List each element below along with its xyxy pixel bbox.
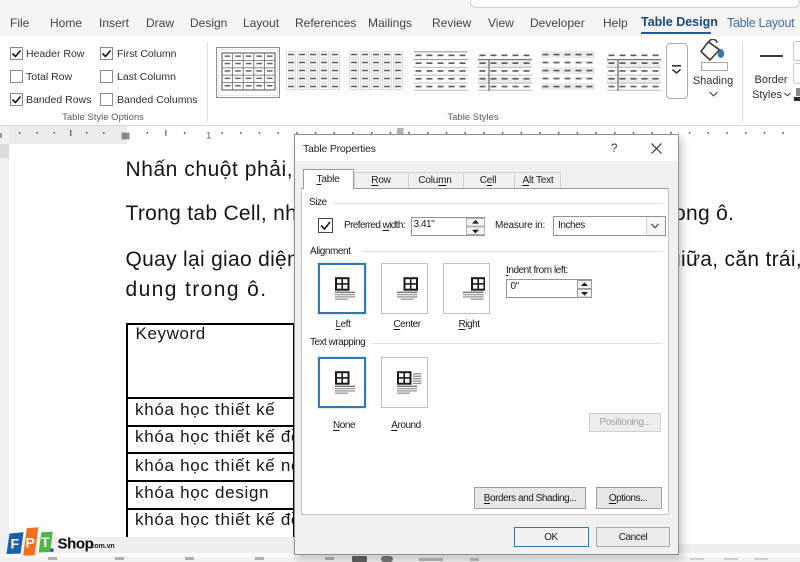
svg-text:.com.vn: .com.vn bbox=[89, 543, 115, 550]
svg-text:F: F bbox=[11, 536, 20, 552]
svg-text:P: P bbox=[26, 535, 35, 551]
svg-text:T: T bbox=[41, 534, 50, 550]
svg-text:1: 1 bbox=[206, 131, 211, 142]
